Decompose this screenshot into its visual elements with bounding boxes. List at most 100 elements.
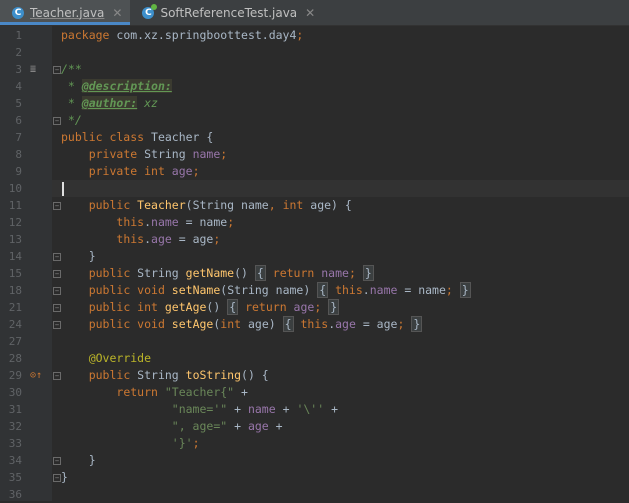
code-line[interactable]: '}'; (52, 435, 629, 452)
code-line[interactable]: private String name; (52, 146, 629, 163)
code-line[interactable]: this.age = age; (52, 231, 629, 248)
code-line[interactable]: this.name = name; (52, 214, 629, 231)
code-line[interactable]: public void setAge(int age) { this.age =… (52, 316, 629, 333)
code-token: public void (88, 317, 172, 331)
doc-list-icon[interactable]: ≣ (30, 62, 36, 77)
code-token: + (268, 419, 283, 433)
code-line[interactable]: package com.xz.springboottest.day4; (52, 27, 629, 44)
close-icon[interactable]: ✕ (112, 6, 122, 20)
gutter-line: 12 (0, 214, 52, 231)
gutter-line: 13 (0, 231, 52, 248)
gutter-line: 36 (0, 486, 52, 503)
gutter-line: 28 (0, 350, 52, 367)
tab-teacher-java[interactable]: C Teacher.java ✕ (0, 0, 131, 25)
line-number: 21 (8, 301, 22, 314)
override-method-icon[interactable]: ⊙↑ (30, 368, 42, 383)
code-token: ; (220, 147, 228, 161)
java-class-icon-letter: C (14, 7, 22, 18)
code-token: ; (348, 266, 356, 280)
code-token: age (293, 300, 315, 314)
code-line[interactable]: @Override (52, 350, 629, 367)
code-token: this (300, 317, 329, 331)
code-token: name (247, 402, 276, 416)
code-token: } (362, 265, 374, 281)
code-token: /** (61, 62, 82, 76)
run-badge-icon (151, 3, 158, 10)
code-line[interactable]: public class Teacher { (52, 129, 629, 146)
close-icon[interactable]: ✕ (305, 6, 315, 20)
gutter-line: 34− (0, 452, 61, 469)
tab-softreferencetest-java[interactable]: C SoftReferenceTest.java ✕ (130, 0, 323, 25)
line-number: 28 (8, 352, 22, 365)
code-line[interactable]: public String toString() { (52, 367, 629, 384)
gutter-line: 7 (0, 129, 52, 146)
code-token: return (272, 266, 322, 280)
code-line[interactable]: private int age; (52, 163, 629, 180)
code-token: private int (88, 164, 172, 178)
code-token: this (116, 232, 145, 246)
code-line[interactable]: /** (52, 61, 629, 78)
code-line[interactable]: return "Teacher{" + (52, 384, 629, 401)
code-token: age (151, 232, 172, 246)
gutter-line: 1 (0, 27, 52, 44)
line-number: 12 (8, 216, 22, 229)
code-token: () { (241, 368, 269, 382)
java-class-icon: C (12, 6, 24, 19)
code-token: public int (88, 300, 165, 314)
code-line[interactable]: * @description: (52, 78, 629, 95)
gutter-line: 32 (0, 418, 52, 435)
code-token: name (369, 283, 398, 297)
code-editor[interactable]: 1 2 3 ≣ −4 5 6−7 8 9 10 11−12 13 14−15−18−21−24−27 28… (0, 26, 629, 501)
line-number: 13 (8, 233, 22, 246)
code-line[interactable]: } (52, 469, 629, 486)
code-line[interactable]: public Teacher(String name, int age) { (52, 197, 629, 214)
code-token: + (234, 385, 248, 399)
code-token: return (116, 385, 165, 399)
code-area[interactable]: package com.xz.springboottest.day4; /** *… (52, 26, 629, 501)
code-token: String (144, 147, 193, 161)
code-token: int (220, 317, 248, 331)
code-token: () (206, 300, 228, 314)
code-token: setAge (171, 317, 214, 331)
line-number: 15 (8, 267, 22, 280)
code-line[interactable] (52, 44, 629, 61)
code-token: } (328, 299, 340, 315)
code-token: + (227, 402, 248, 416)
code-line[interactable] (52, 180, 629, 197)
code-line[interactable]: ", age=" + age + (52, 418, 629, 435)
gutter-line: 18− (0, 282, 61, 299)
code-token: xz (137, 96, 158, 110)
code-line[interactable]: } (52, 452, 629, 469)
code-line[interactable] (52, 486, 629, 503)
code-line[interactable] (52, 333, 629, 350)
gutter-line: 30 (0, 384, 52, 401)
code-line[interactable]: public void setName(String name) { this.… (52, 282, 629, 299)
code-line[interactable]: public String getName() { return name; } (52, 265, 629, 282)
code-token: = name (178, 215, 228, 229)
gutter-line: 27 (0, 333, 52, 350)
code-token: = age (355, 317, 398, 331)
code-line[interactable]: * @author: xz (52, 95, 629, 112)
line-number: 5 (15, 97, 22, 110)
code-line[interactable]: "name='" + name + '\'' + (52, 401, 629, 418)
tab-label: SoftReferenceTest.java (160, 5, 298, 20)
code-token: age (247, 419, 269, 433)
code-token: } (61, 249, 96, 263)
code-line[interactable]: public int getAge() { return age; } (52, 299, 629, 316)
code-line[interactable]: } (52, 248, 629, 265)
text-caret (62, 182, 64, 196)
code-token: toString (185, 368, 242, 382)
gutter-line: 6− (0, 112, 61, 129)
line-number: 10 (8, 182, 22, 195)
code-token: ", age=" (171, 419, 228, 433)
code-token: ; (296, 28, 304, 42)
code-token: } (411, 316, 423, 332)
code-token: private (88, 147, 145, 161)
code-line[interactable]: */ (52, 112, 629, 129)
